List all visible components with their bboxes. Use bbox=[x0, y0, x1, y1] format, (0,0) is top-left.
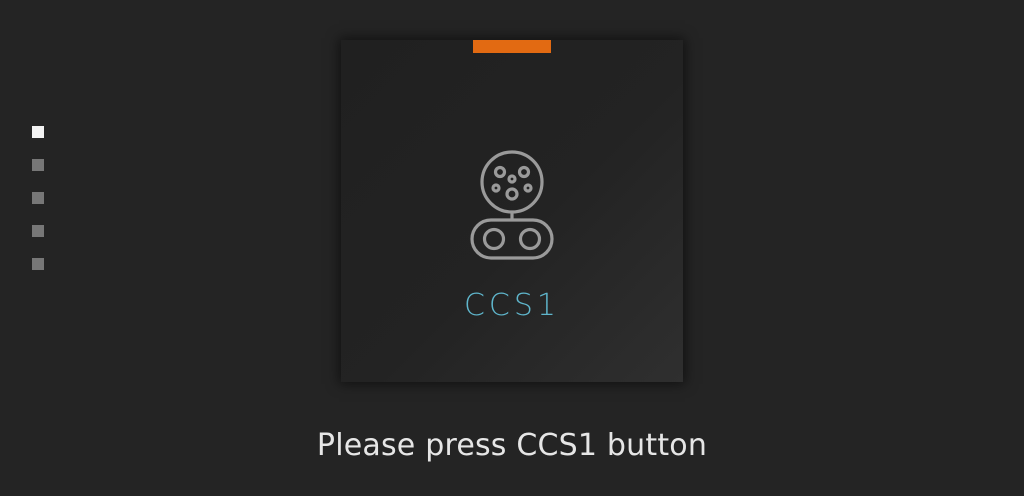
connector-label: CCS1 bbox=[463, 288, 561, 323]
card-accent-tab bbox=[473, 40, 551, 53]
page-indicator bbox=[32, 126, 46, 291]
page-indicator-dot-4[interactable] bbox=[32, 225, 44, 237]
ccs1-connector-button[interactable]: CCS1 bbox=[341, 40, 683, 382]
page-indicator-dot-3[interactable] bbox=[32, 192, 44, 204]
connector-selection-screen: CCS1 Please press CCS1 button bbox=[0, 0, 1024, 496]
page-indicator-dot-5[interactable] bbox=[32, 258, 44, 270]
instruction-text: Please press CCS1 button bbox=[316, 428, 708, 463]
page-indicator-dot-1[interactable] bbox=[32, 126, 44, 138]
page-indicator-dot-2[interactable] bbox=[32, 159, 44, 171]
ccs1-connector-icon bbox=[470, 150, 554, 260]
